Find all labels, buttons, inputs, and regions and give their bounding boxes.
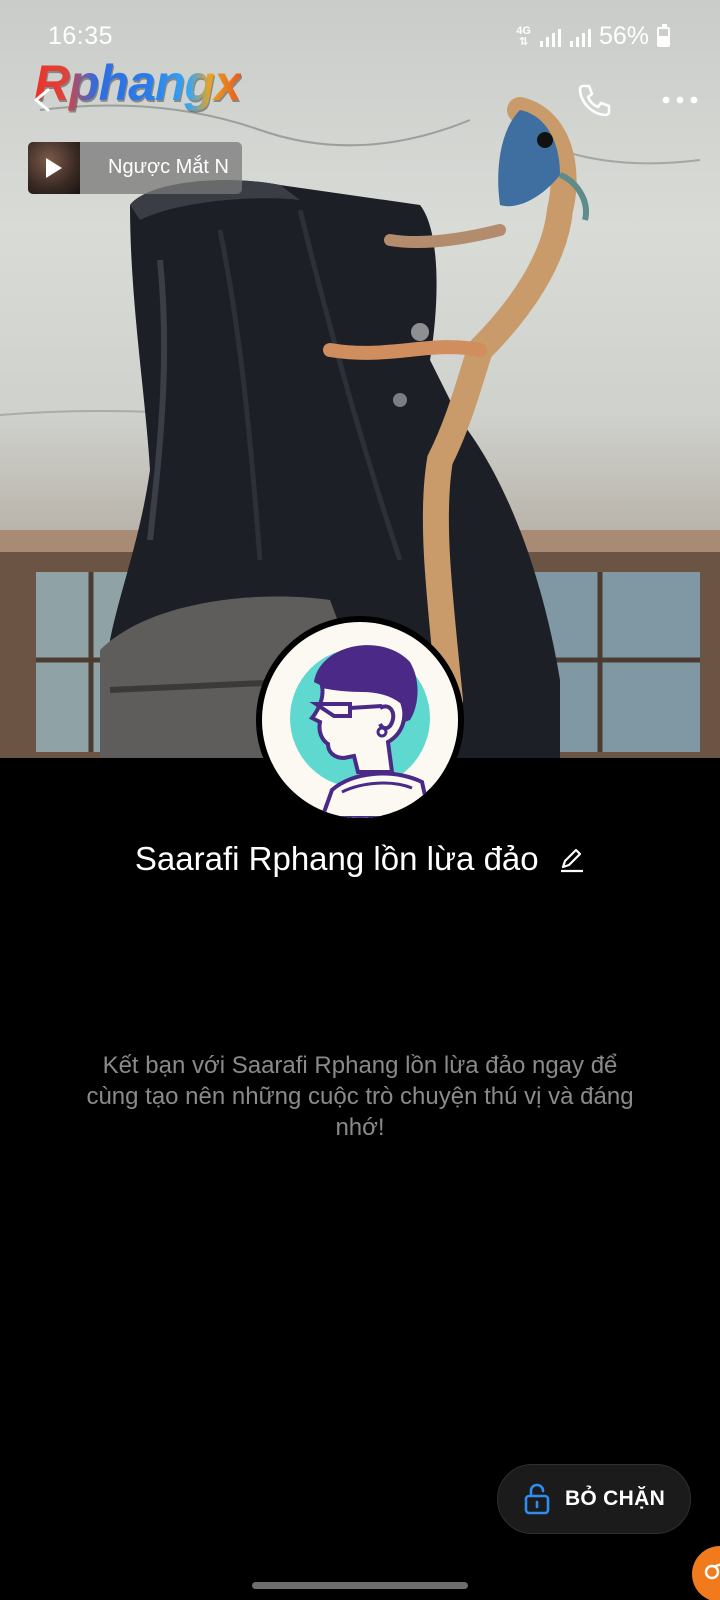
avatar[interactable] [256, 616, 464, 824]
more-dots-icon[interactable] [660, 88, 700, 112]
link-icon [704, 1563, 720, 1580]
status-indicators: 4G ⇅ 56% [516, 22, 670, 51]
network-type-label: 4G [516, 24, 531, 37]
network-type: 4G ⇅ [516, 24, 531, 48]
brand-logo: Rphangx [34, 55, 242, 111]
battery-percent: 56% [598, 22, 649, 50]
avatar-illustration [290, 645, 433, 818]
profile-name-row: Saarafi Rphang lồn lừa đảo [0, 840, 720, 878]
play-icon [46, 158, 62, 178]
floating-chat-bubble[interactable] [692, 1546, 720, 1600]
unblock-button[interactable]: BỎ CHẶN [497, 1464, 691, 1534]
music-title: Ngược Mắt N [108, 156, 229, 178]
phone-icon[interactable] [574, 80, 614, 120]
music-thumbnail [28, 142, 80, 194]
battery-icon [657, 23, 670, 47]
signal-icon-2 [569, 28, 591, 47]
back-arrow-icon[interactable] [28, 86, 56, 114]
status-time: 16:35 [48, 22, 114, 50]
status-bar: 16:35 4G ⇅ 56% [0, 0, 720, 60]
profile-name: Saarafi Rphang lồn lừa đảo [134, 840, 539, 877]
signal-icon [539, 28, 561, 47]
pencil-icon[interactable] [557, 845, 585, 873]
unblock-label: BỎ CHẶN [564, 1487, 666, 1510]
unlock-icon [524, 1483, 550, 1515]
profile-screen: 16:35 4G ⇅ 56% Rphangx Ngược Mắt N Saara… [0, 0, 720, 1600]
battery-fill [659, 35, 668, 45]
add-friend-prompt: Kết bạn với Saarafi Rphang lồn lừa đảo n… [86, 1052, 634, 1141]
avatar-image [262, 622, 458, 818]
profile-music-chip[interactable]: Ngược Mắt N [28, 142, 242, 194]
home-indicator[interactable] [252, 1582, 468, 1589]
